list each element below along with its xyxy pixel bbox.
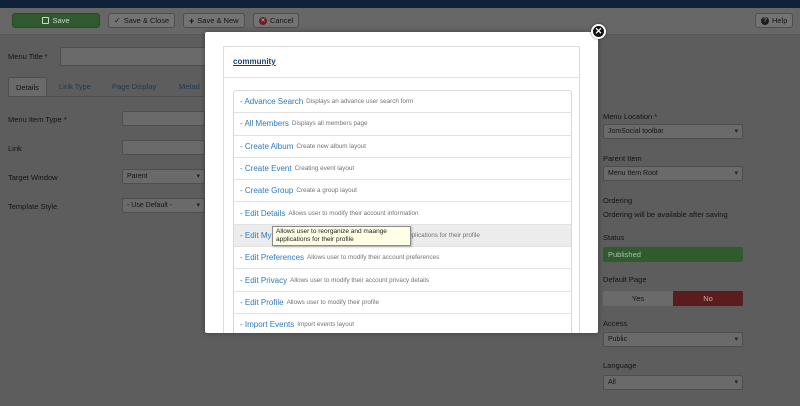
target-window-label: Target Window bbox=[8, 173, 58, 182]
check-icon: ✓ bbox=[114, 15, 121, 25]
menu-type-link[interactable]: - Create Event bbox=[240, 164, 292, 173]
access-select[interactable]: Public bbox=[603, 332, 743, 347]
save-new-button[interactable]: + Save & New bbox=[183, 13, 245, 28]
list-item[interactable]: - Edit Profile Allows user to modify thei… bbox=[234, 292, 571, 314]
menu-type-list: - Advance Search Displays an advance user… bbox=[233, 90, 572, 333]
tab-metadata[interactable]: Metad bbox=[179, 77, 200, 96]
list-item[interactable]: - Edit Privacy Allows user to modify thei… bbox=[234, 269, 571, 292]
menu-type-description: Creating event layout bbox=[294, 165, 355, 173]
menu-type-description: Allows user to modify their account info… bbox=[288, 209, 419, 217]
save-button[interactable]: Save bbox=[12, 13, 100, 28]
menu-type-description: Displays an advance user search form bbox=[306, 98, 414, 106]
list-item[interactable]: - Advance Search Displays an advance user… bbox=[234, 91, 571, 114]
menu-title-label: Menu Title * bbox=[8, 52, 48, 61]
help-button[interactable]: ? Help bbox=[755, 13, 794, 28]
access-label: Access bbox=[603, 319, 628, 328]
help-label: Help bbox=[772, 16, 788, 25]
cancel-icon: ✕ bbox=[259, 16, 267, 25]
menu-type-link[interactable]: - Create Album bbox=[240, 142, 293, 151]
default-page-label: Default Page bbox=[603, 275, 647, 284]
menu-type-description: Create a group layout bbox=[296, 187, 357, 195]
tab-page-display[interactable]: Page Display bbox=[112, 77, 156, 96]
menu-type-description: Allows user to modify their account pref… bbox=[307, 254, 440, 262]
menu-type-link[interactable]: - Create Group bbox=[240, 186, 293, 195]
menu-type-link[interactable]: - Advance Search bbox=[240, 97, 303, 106]
list-item[interactable]: - Edit Preferences Allows user to modify … bbox=[234, 247, 571, 270]
help-icon: ? bbox=[761, 16, 769, 25]
template-style-label: Template Style bbox=[8, 202, 58, 211]
cancel-label: Cancel bbox=[270, 16, 294, 25]
save-close-button[interactable]: ✓ Save & Close bbox=[108, 13, 176, 28]
default-no-button[interactable]: No bbox=[673, 291, 743, 306]
category-link[interactable]: community bbox=[233, 57, 276, 66]
menu-type-description: Import events layout bbox=[297, 321, 354, 329]
language-label: Language bbox=[603, 361, 637, 370]
save-new-label: Save & New bbox=[197, 16, 239, 25]
ordering-label: Ordering bbox=[603, 196, 633, 205]
menu-location-label: Menu Location * bbox=[603, 112, 658, 121]
save-button-label: Save bbox=[52, 16, 70, 25]
admin-top-bar bbox=[0, 0, 800, 8]
menu-type-link[interactable]: - Import Events bbox=[240, 320, 294, 329]
cancel-button[interactable]: ✕ Cancel bbox=[253, 13, 300, 28]
link-input[interactable] bbox=[122, 140, 205, 155]
menu-type-description: Create new album layout bbox=[296, 142, 367, 150]
menu-type-description: Allows user to modify their profile bbox=[286, 298, 379, 306]
item-tooltip: Allows user to reorganize and maange app… bbox=[272, 226, 411, 246]
list-item[interactable]: - Edit Details Allows user to modify thei… bbox=[234, 202, 571, 225]
target-window-select[interactable]: Parent bbox=[122, 169, 205, 184]
menu-type-description: Displays all members page bbox=[291, 120, 368, 128]
status-label: Status bbox=[603, 233, 625, 242]
default-page-toggle: Yes No bbox=[603, 291, 743, 306]
parent-item-select[interactable]: Menu Item Root bbox=[603, 166, 743, 181]
menu-location-select[interactable]: JomSocial toolbar bbox=[603, 124, 743, 139]
default-yes-button[interactable]: Yes bbox=[603, 291, 673, 306]
save-close-label: Save & Close bbox=[123, 16, 170, 25]
save-icon bbox=[42, 17, 50, 24]
parent-item-label: Parent Item bbox=[603, 154, 642, 163]
status-select[interactable]: Published bbox=[603, 247, 743, 262]
menu-type-link[interactable]: - Edit Preferences bbox=[240, 253, 304, 262]
menu-item-type-modal: community - Advance Search Displays an ad… bbox=[205, 32, 598, 333]
ordering-note: Ordering will be available after saving bbox=[603, 210, 728, 219]
list-item[interactable]: - Create Group Create a group layout bbox=[234, 180, 571, 203]
menu-item-type-label: Menu Item Type * bbox=[8, 115, 67, 124]
language-select[interactable]: All bbox=[603, 375, 743, 390]
modal-frame: community - Advance Search Displays an ad… bbox=[223, 46, 580, 333]
menu-title-input[interactable] bbox=[60, 47, 210, 66]
menu-type-link[interactable]: - Edit Privacy bbox=[240, 276, 287, 285]
link-label: Link bbox=[8, 144, 22, 153]
plus-icon: + bbox=[189, 15, 195, 26]
list-item[interactable]: - Import Events Import events layout bbox=[234, 314, 571, 333]
menu-type-link[interactable]: - Edit Profile bbox=[240, 298, 284, 307]
tab-link-type[interactable]: Link Type bbox=[59, 77, 91, 96]
list-item[interactable]: - All Members Displays all members page bbox=[234, 113, 571, 136]
action-toolbar: Save ✓ Save & Close + Save & New ✕ Cance… bbox=[0, 8, 800, 35]
list-item[interactable]: - Create Album Create new album layout bbox=[234, 136, 571, 158]
close-icon[interactable]: ✕ bbox=[591, 24, 606, 39]
tabs-divider bbox=[8, 96, 203, 97]
list-item[interactable]: - Create Event Creating event layout bbox=[234, 158, 571, 181]
category-divider bbox=[224, 77, 579, 78]
menu-type-link[interactable]: - All Members bbox=[240, 119, 289, 128]
tab-details[interactable]: Details bbox=[8, 77, 47, 96]
menu-item-type-input[interactable] bbox=[122, 111, 205, 126]
menu-type-description: Allows user to modify their account priv… bbox=[290, 276, 430, 284]
template-style-select[interactable]: - Use Default - bbox=[122, 198, 205, 213]
menu-type-link[interactable]: - Edit Details bbox=[240, 209, 285, 218]
